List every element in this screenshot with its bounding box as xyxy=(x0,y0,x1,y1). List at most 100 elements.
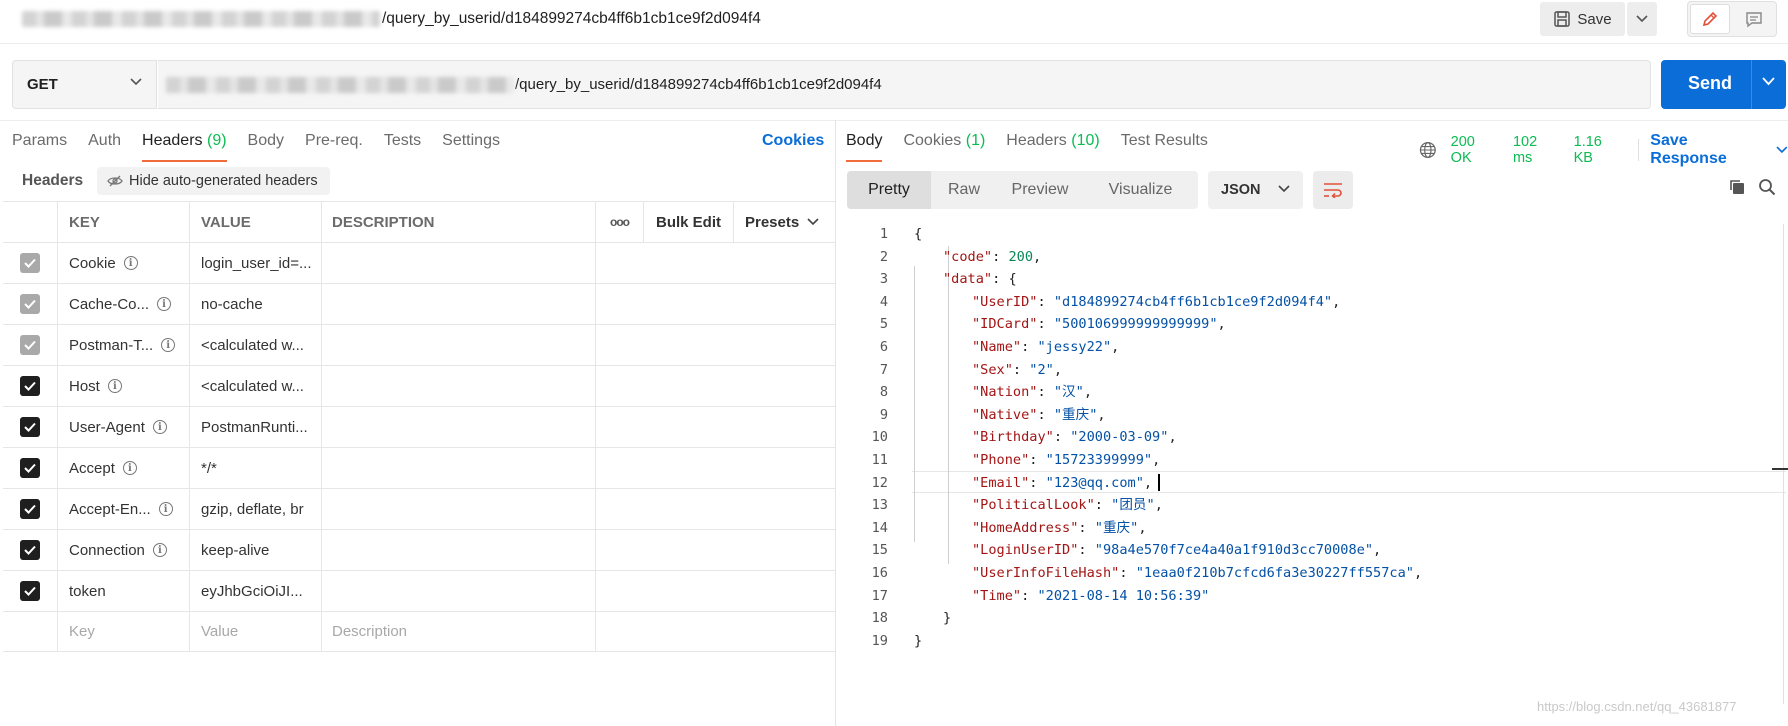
response-time[interactable]: 102 ms xyxy=(1513,134,1560,166)
header-checkbox-cache-control[interactable] xyxy=(20,294,40,314)
method-select[interactable]: GET xyxy=(12,60,157,109)
globe-icon[interactable] xyxy=(1419,141,1437,159)
tab-body[interactable]: Body xyxy=(248,130,284,160)
tab-response-cookies[interactable]: Cookies (1) xyxy=(903,130,985,160)
format-select[interactable]: JSON xyxy=(1208,171,1303,209)
save-button[interactable]: Save xyxy=(1540,2,1625,36)
info-icon[interactable]: i xyxy=(158,502,173,516)
copy-icon[interactable] xyxy=(1728,178,1746,196)
header-key-token[interactable]: token xyxy=(58,571,190,611)
method-value: GET xyxy=(27,76,58,93)
header-checkbox-host[interactable] xyxy=(20,376,40,396)
url-input[interactable]: /query_by_userid/d184899274cb4ff6b1cb1ce… xyxy=(158,60,1651,109)
new-value-input[interactable]: Value xyxy=(190,612,322,651)
header-checkbox-connection[interactable] xyxy=(20,540,40,560)
view-pretty[interactable]: Pretty xyxy=(847,171,931,209)
info-icon[interactable]: i xyxy=(122,461,137,475)
header-value-connection[interactable]: keep-alive xyxy=(190,530,322,570)
header-checkbox-postman-token[interactable] xyxy=(20,335,40,355)
chevron-down-icon xyxy=(1776,146,1788,154)
header-key-connection[interactable]: Connection i xyxy=(58,530,190,570)
more-dots-icon: ooo xyxy=(610,215,630,229)
tab-test-results[interactable]: Test Results xyxy=(1121,130,1208,160)
header-description-accept[interactable] xyxy=(322,448,596,488)
header-checkbox-token[interactable] xyxy=(20,581,40,601)
header-value-accept[interactable]: */* xyxy=(190,448,322,488)
tab-settings[interactable]: Settings xyxy=(442,130,500,160)
header-value-host[interactable]: <calculated w... xyxy=(190,366,322,406)
new-description-input[interactable]: Description xyxy=(322,612,596,651)
wrap-lines-button[interactable] xyxy=(1313,171,1353,209)
code-line: 14 "HomeAddress": "重庆", xyxy=(846,517,1786,540)
response-size[interactable]: 1.16 KB xyxy=(1574,134,1625,166)
header-checkbox-cookie[interactable] xyxy=(20,253,40,273)
header-description-cache-control[interactable] xyxy=(322,284,596,324)
save-response-button[interactable]: Save Response xyxy=(1650,132,1788,168)
header-description-cookie[interactable] xyxy=(322,243,596,283)
editor-scrollbar[interactable] xyxy=(1783,224,1784,704)
info-icon[interactable]: i xyxy=(152,420,167,434)
header-checkbox-accept-encoding[interactable] xyxy=(20,499,40,519)
status-code[interactable]: 200 OK xyxy=(1451,134,1499,166)
header-value-token[interactable]: eyJhbGciOiJI... xyxy=(190,571,322,611)
request-title[interactable]: /query_by_userid/d184899274cb4ff6b1cb1ce… xyxy=(22,8,761,30)
comments-button[interactable] xyxy=(1734,4,1774,34)
view-preview[interactable]: Preview xyxy=(997,171,1083,209)
tab-response-headers[interactable]: Headers (10) xyxy=(1006,130,1099,160)
table-header-row: KEY VALUE DESCRIPTION ooo Bulk Edit Pres… xyxy=(3,201,835,242)
column-header-description: DESCRIPTION xyxy=(322,202,596,242)
header-description-host[interactable] xyxy=(322,366,596,406)
header-value-postman-token[interactable]: <calculated w... xyxy=(190,325,322,365)
tab-headers[interactable]: Headers (9) xyxy=(142,130,227,162)
header-value-accept-encoding[interactable]: gzip, deflate, br xyxy=(190,489,322,529)
presets-dropdown[interactable]: Presets xyxy=(734,202,835,242)
column-header-value: VALUE xyxy=(190,202,322,242)
header-description-accept-encoding[interactable] xyxy=(322,489,596,529)
tab-params[interactable]: Params xyxy=(12,130,67,160)
new-key-input[interactable]: Key xyxy=(58,612,190,651)
header-checkbox-accept[interactable] xyxy=(20,458,40,478)
code-text: "HomeAddress": "重庆", xyxy=(972,519,1147,536)
pane-divider[interactable] xyxy=(835,120,836,726)
view-visualize[interactable]: Visualize xyxy=(1083,171,1198,209)
search-icon[interactable] xyxy=(1758,178,1776,196)
header-key-accept[interactable]: Accept i xyxy=(58,448,190,488)
cookies-link[interactable]: Cookies xyxy=(762,132,824,150)
info-icon[interactable]: i xyxy=(161,338,176,352)
tab-auth[interactable]: Auth xyxy=(88,130,121,160)
header-value-cache-control[interactable]: no-cache xyxy=(190,284,322,324)
code-line: 19} xyxy=(846,630,1786,653)
tab-tests[interactable]: Tests xyxy=(384,130,421,160)
info-icon[interactable]: i xyxy=(107,379,122,393)
send-button[interactable]: Send xyxy=(1661,60,1786,109)
header-key-user-agent[interactable]: User-Agent i xyxy=(58,407,190,447)
header-key-host[interactable]: Host i xyxy=(58,366,190,406)
info-icon[interactable]: i xyxy=(152,543,167,557)
header-value-user-agent[interactable]: PostmanRunti... xyxy=(190,407,322,447)
header-description-connection[interactable] xyxy=(322,530,596,570)
more-options-button[interactable]: ooo xyxy=(596,202,644,242)
save-dropdown-button[interactable] xyxy=(1627,2,1657,36)
header-key-cookie[interactable]: Cookie i xyxy=(58,243,190,283)
header-description-token[interactable] xyxy=(322,571,596,611)
tab-response-body[interactable]: Body xyxy=(846,130,883,162)
hide-auto-headers-button[interactable]: Hide auto-generated headers xyxy=(97,167,330,195)
view-raw[interactable]: Raw xyxy=(931,171,997,209)
edit-mode-button[interactable] xyxy=(1690,4,1730,34)
info-icon[interactable]: i xyxy=(123,256,138,270)
code-text: "UserID": "d184899274cb4ff6b1cb1ce9f2d09… xyxy=(972,293,1341,310)
header-description-user-agent[interactable] xyxy=(322,407,596,447)
header-value-cookie[interactable]: login_user_id=... xyxy=(190,243,322,283)
header-description-postman-token[interactable] xyxy=(322,325,596,365)
info-icon[interactable]: i xyxy=(157,297,172,311)
tab-pre-request[interactable]: Pre-req. xyxy=(305,130,363,160)
table-row: Host i <calculated w... xyxy=(3,365,835,406)
header-checkbox-user-agent[interactable] xyxy=(20,417,40,437)
chevron-down-icon[interactable] xyxy=(1762,77,1775,86)
response-body-editor[interactable]: 1{2 "code": 200, 3 "data": {4 "UserID": "d18… xyxy=(846,223,1786,652)
header-key-cache-control[interactable]: Cache-Co... i xyxy=(58,284,190,324)
scrollbar-marker xyxy=(1772,468,1788,470)
header-key-accept-encoding[interactable]: Accept-En... i xyxy=(58,489,190,529)
bulk-edit-button[interactable]: Bulk Edit xyxy=(644,202,734,242)
header-key-postman-token[interactable]: Postman-T... i xyxy=(58,325,190,365)
